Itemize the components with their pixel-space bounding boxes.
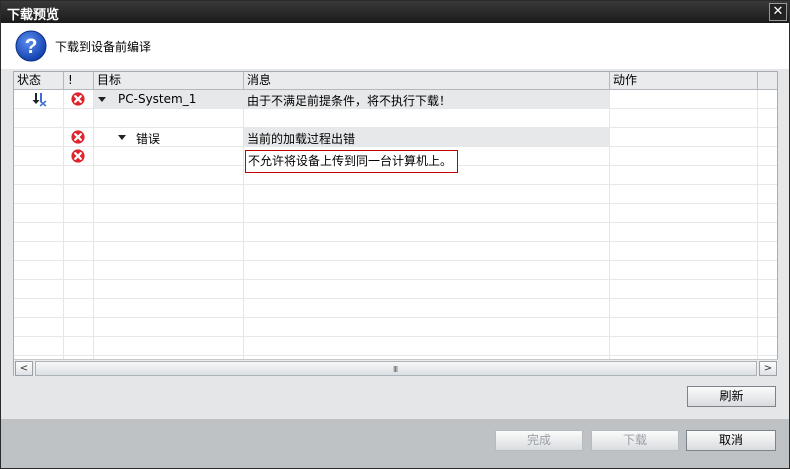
close-icon: ✕ <box>772 4 784 19</box>
error-icon <box>71 149 85 163</box>
table-row <box>14 318 777 337</box>
table-row <box>14 204 777 223</box>
grip-icon: III <box>393 365 398 374</box>
close-button[interactable]: ✕ <box>769 3 787 21</box>
grid-header: 状态 ! 目标 消息 动作 <box>14 72 777 90</box>
table-row[interactable]: PC-System_1 由于不满足前提条件，将不执行下载！ <box>14 90 777 109</box>
chevron-right-icon: > <box>763 363 773 374</box>
column-status[interactable]: 状态 <box>14 72 64 90</box>
table-row <box>14 223 777 242</box>
row-message: 当前的加载过程出错 <box>247 132 356 146</box>
error-icon <box>71 92 85 106</box>
download-error-icon <box>32 93 47 107</box>
scroll-thumb[interactable]: III <box>35 361 757 376</box>
scroll-left-button[interactable]: < <box>15 361 33 376</box>
table-row <box>14 299 777 318</box>
table-row[interactable]: 错误 当前的加载过程出错 <box>14 128 777 147</box>
error-icon <box>71 130 85 144</box>
download-button[interactable]: 下载 <box>591 430 679 451</box>
table-row <box>14 261 777 280</box>
download-preview-dialog: 下载预览 ✕ ? 下载到设备前编译 状态 ! 目标 消息 动作 PC-Syste… <box>0 0 790 469</box>
table-row <box>14 166 777 185</box>
dialog-title: 下载预览 <box>7 8 60 23</box>
expand-chevron-icon[interactable] <box>118 135 126 140</box>
dialog-footer: 完成 下载 取消 <box>1 419 789 468</box>
table-row <box>14 185 777 204</box>
chevron-left-icon: < <box>19 363 29 374</box>
column-message[interactable]: 消息 <box>244 72 610 90</box>
horizontal-scrollbar[interactable]: < III > <box>14 359 778 376</box>
svg-text:?: ? <box>25 35 38 58</box>
expand-chevron-icon[interactable] <box>98 97 106 102</box>
dialog-header: ? 下载到设备前编译 <box>1 23 789 69</box>
title-bar[interactable]: 下载预览 ✕ <box>1 1 789 23</box>
finish-button[interactable]: 完成 <box>495 430 583 451</box>
content-area: 状态 ! 目标 消息 动作 PC-System_1 由于不满足前提条件，将不执行… <box>1 69 789 419</box>
row-message: 由于不满足前提条件，将不执行下载！ <box>247 94 452 108</box>
refresh-button[interactable]: 刷新 <box>687 386 776 407</box>
table-row <box>14 242 777 261</box>
table-row[interactable] <box>14 109 777 128</box>
row-target: 错误 <box>136 132 161 146</box>
cancel-button[interactable]: 取消 <box>686 430 776 451</box>
column-severity[interactable]: ! <box>64 72 94 90</box>
row-target: PC-System_1 <box>118 92 197 106</box>
table-row[interactable]: 不允许将设备上传到同一台计算机上。 <box>14 147 777 173</box>
column-target[interactable]: 目标 <box>94 72 244 90</box>
table-row <box>14 280 777 299</box>
table-row <box>14 337 777 356</box>
column-action[interactable]: 动作 <box>610 72 758 90</box>
question-icon: ? <box>15 30 47 62</box>
download-grid[interactable]: 状态 ! 目标 消息 动作 PC-System_1 由于不满足前提条件，将不执行… <box>13 71 778 376</box>
header-text: 下载到设备前编译 <box>55 40 152 54</box>
scroll-right-button[interactable]: > <box>759 361 777 376</box>
